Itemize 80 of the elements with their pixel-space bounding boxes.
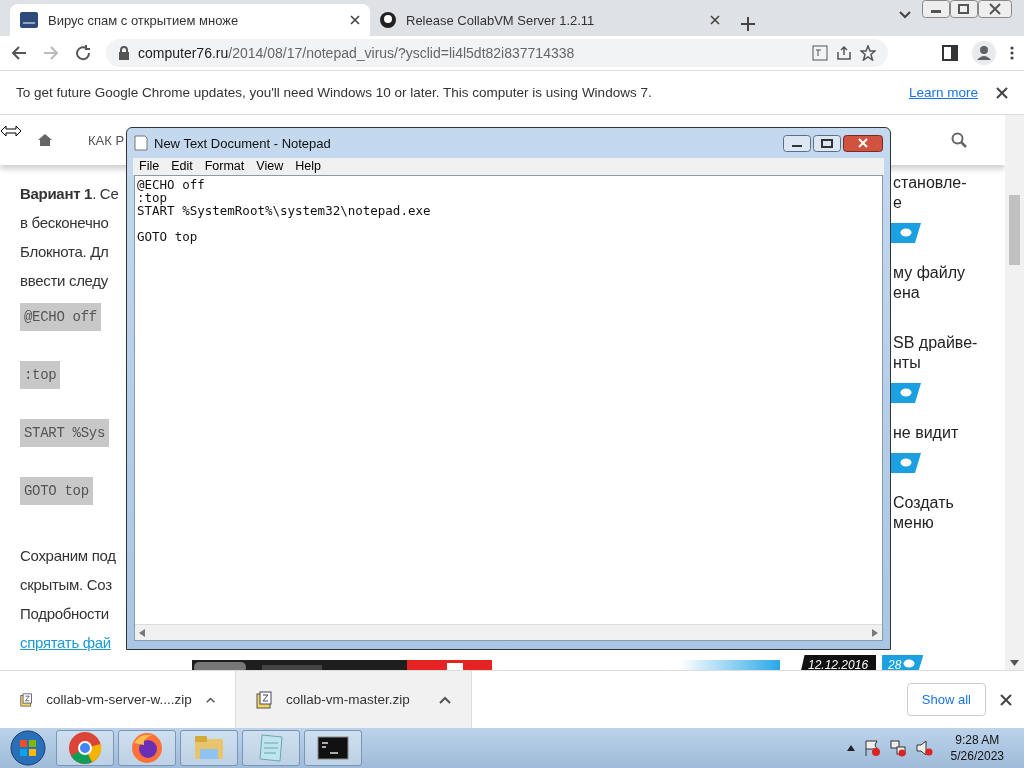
nav-item[interactable]: КАК Р — [88, 132, 125, 148]
comment-icon[interactable] — [903, 659, 916, 669]
post-date: 12.12.2016 — [800, 655, 877, 670]
post-title[interactable]: меню — [893, 513, 1005, 533]
close-tab-icon[interactable] — [710, 15, 720, 25]
minimize-icon[interactable] — [783, 134, 811, 152]
download-item[interactable]: collab-vm-master.zip — [236, 671, 472, 728]
menu-icon[interactable] — [1010, 45, 1014, 61]
post-title[interactable]: му файлу — [893, 263, 1005, 283]
profile-icon[interactable] — [972, 41, 996, 65]
chrome-icon[interactable] — [68, 731, 102, 765]
menu-item[interactable]: Format — [198, 158, 251, 175]
maximize-icon[interactable] — [813, 134, 841, 152]
article-text: ввести следу — [20, 271, 109, 291]
translate-icon[interactable] — [812, 45, 828, 61]
window-title: New Text Document - Notepad — [154, 135, 332, 151]
resize-cursor-icon[interactable] — [0, 125, 22, 137]
lock-icon[interactable] — [118, 46, 130, 60]
search-icon[interactable] — [951, 132, 967, 148]
close-icon[interactable] — [996, 86, 1008, 99]
close-tab-icon[interactable] — [350, 15, 360, 25]
close-icon[interactable] — [843, 134, 883, 152]
share-icon[interactable] — [836, 45, 852, 61]
github-icon[interactable] — [380, 12, 396, 28]
comment-icon[interactable] — [900, 388, 912, 398]
side-panel-icon[interactable] — [942, 45, 958, 61]
scroll-right-icon[interactable] — [872, 628, 878, 637]
close-icon[interactable] — [978, 0, 1012, 18]
post-title[interactable]: становле- — [893, 173, 1005, 193]
comments-badge: 28 — [882, 655, 924, 670]
zip-file-icon[interactable] — [256, 690, 272, 709]
scroll-down-icon[interactable] — [1010, 660, 1019, 666]
address-field[interactable]: computer76.ru/2014/08/17/notepad_virus/?ysclid=li4l5dt82i837714338 — [106, 39, 888, 67]
article-text: в бесконечно — [20, 213, 110, 233]
scroll-left-icon[interactable] — [139, 628, 145, 637]
article-text: скрытым. Соз — [20, 575, 113, 595]
show-all-button[interactable]: Show all — [906, 683, 986, 716]
flag-icon[interactable] — [862, 739, 881, 757]
post-title[interactable]: нты — [893, 353, 1005, 373]
clock-time[interactable]: 9:28 AM — [950, 732, 1004, 748]
clock-date[interactable]: 5/26/2023 — [950, 748, 1004, 764]
browser-tab[interactable]: Вирус спам с открытием множе — [10, 4, 370, 36]
horizontal-scrollbar[interactable] — [135, 624, 882, 640]
show-hidden-icon[interactable] — [846, 745, 855, 751]
post-title[interactable]: ена — [893, 283, 1005, 303]
scrollbar[interactable] — [1005, 115, 1024, 670]
site-logo-icon[interactable] — [20, 12, 38, 28]
menu-item[interactable]: Edit — [165, 158, 199, 175]
comment-icon[interactable] — [900, 458, 912, 468]
comment-icon[interactable] — [900, 228, 912, 238]
minimize-icon[interactable] — [922, 0, 950, 18]
article-text: Сохраним под — [20, 546, 117, 566]
post-title[interactable]: SB драйве- — [893, 333, 1005, 353]
learn-more-link[interactable]: Learn more — [908, 85, 978, 100]
browser-tab[interactable]: Release CollabVM Server 1.2.11 — [370, 4, 730, 36]
back-icon[interactable] — [10, 44, 28, 62]
restore-icon[interactable] — [950, 0, 978, 18]
post-title[interactable]: е — [893, 193, 1005, 213]
firefox-icon[interactable] — [130, 731, 164, 765]
menu-item[interactable]: Help — [289, 158, 327, 175]
home-icon[interactable] — [38, 134, 52, 146]
zip-file-icon[interactable] — [20, 690, 33, 709]
article-text: Подробности — [20, 604, 110, 624]
scrollbar-thumb[interactable] — [1009, 195, 1020, 265]
network-icon[interactable] — [888, 739, 907, 757]
menu-item[interactable]: View — [250, 158, 290, 175]
volume-icon[interactable] — [914, 739, 933, 757]
caret-up-icon[interactable] — [205, 695, 215, 704]
post-title[interactable]: не видит — [893, 423, 1005, 443]
article-text: Блокнота. Дл — [20, 242, 110, 262]
menu-item[interactable]: File — [133, 158, 166, 175]
post-title[interactable]: Создать — [893, 493, 1005, 513]
close-icon[interactable] — [1000, 693, 1012, 706]
caret-up-icon[interactable] — [439, 695, 451, 704]
update-message: To get future Google Chrome updates, you'll need Windows 10 or later. This computer is using Windows 7. — [16, 85, 653, 100]
new-tab-icon[interactable] — [740, 16, 756, 32]
notepad-icon[interactable] — [134, 135, 148, 151]
reload-icon[interactable] — [74, 44, 92, 62]
star-icon[interactable] — [860, 45, 876, 61]
article-text: Вариант 1. Се — [20, 184, 120, 204]
